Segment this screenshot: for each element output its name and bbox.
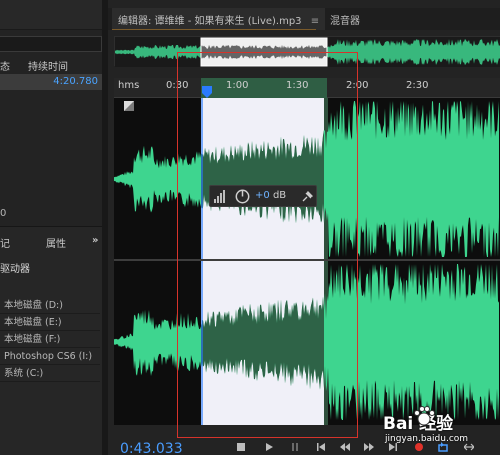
tab-markers[interactable]: 记 [0, 235, 10, 250]
drive-item[interactable]: Photoshop CS6 (I:) [0, 349, 100, 365]
paw-logo-icon [414, 406, 435, 426]
drives-section-title: 驱动器 [0, 264, 30, 275]
editor-tab-label: 编辑器: 谭维维 - 如果有来生 (Live).mp3 [118, 16, 302, 27]
drive-item[interactable]: 系统 (C:) [0, 366, 100, 382]
panel-menu-icon[interactable]: ≡ [311, 16, 319, 27]
drive-item[interactable]: 本地磁盘 (F:) [0, 332, 100, 348]
editor-tab-bar: 编辑器: 谭维维 - 如果有来生 (Live).mp3 ≡ 混音器 [108, 8, 500, 30]
ruler-tick-label: 2:30 [406, 80, 429, 91]
watermark-url: jingyan.baidu.com [385, 434, 469, 444]
files-panel-toolbar [0, 0, 108, 30]
skip-back-icon[interactable] [316, 442, 326, 452]
fast-forward-icon[interactable] [364, 442, 374, 452]
baidu-watermark: Bai 经验 jingyan.baidu.com [383, 401, 500, 455]
tab-editor[interactable]: 编辑器: 谭维维 - 如果有来生 (Live).mp3 ≡ [112, 8, 326, 30]
ruler-unit-label: hms [118, 80, 140, 91]
more-panels-icon[interactable]: » [92, 235, 98, 246]
annotation-highlight-box [177, 52, 358, 438]
drive-item[interactable]: 本地磁盘 (D:) [0, 298, 100, 314]
hud-toggle-icon[interactable] [124, 101, 134, 111]
files-search-input[interactable] [0, 36, 102, 52]
pause-icon[interactable] [290, 442, 300, 452]
tab-mixer[interactable]: 混音器 [324, 8, 366, 30]
play-icon[interactable] [264, 442, 274, 452]
file-row[interactable]: 4:20.780 [0, 74, 102, 90]
col-status-header[interactable]: 态 [0, 58, 10, 74]
timecode-display[interactable]: 0:43.033 [120, 441, 183, 455]
drive-item[interactable]: 本地磁盘 (E:) [0, 315, 100, 331]
files-panel: 态 持续时间 4:20.780 0 记 属性 » 驱动器 本地磁盘 (D:) 本… [0, 0, 108, 455]
col-duration-header[interactable]: 持续时间 [28, 58, 68, 74]
tab-properties[interactable]: 属性 [46, 235, 66, 250]
panel-tab-row: 记 属性 » [0, 233, 108, 251]
file-duration: 4:20.780 [53, 76, 98, 87]
zero-label: 0 [0, 208, 7, 219]
active-tab-indicator [112, 29, 316, 30]
rewind-icon[interactable] [340, 442, 350, 452]
stop-icon[interactable] [236, 442, 246, 452]
